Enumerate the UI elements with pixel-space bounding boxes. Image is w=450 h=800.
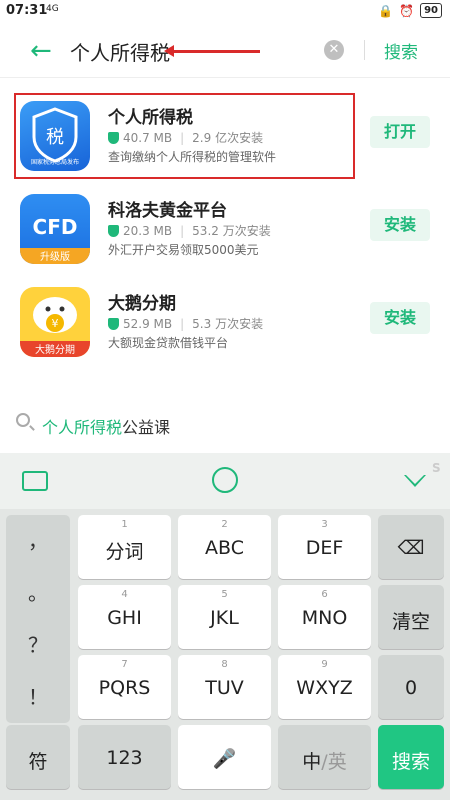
key-5[interactable]: 5 JKL [178, 585, 271, 649]
alarm-icon: ⏰ [399, 3, 415, 18]
punctuation-column[interactable]: ， 。 ？ ！ [6, 515, 70, 723]
keyboard: S ， 。 ？ ！ 1 分词 2 ABC 3 DEF ⌫ 4 GHI 5 JKL 6 MNO… [0, 453, 450, 800]
backspace-key[interactable]: ⌫ [378, 515, 444, 579]
key-8[interactable]: 8 TUV [178, 655, 271, 719]
numbers-key[interactable]: 123 [78, 725, 171, 789]
punct-key[interactable]: ！ [6, 671, 70, 723]
key-9[interactable]: 9 WXYZ [278, 655, 371, 719]
install-button[interactable]: 安装 [370, 302, 430, 334]
status-time: 07:31 [6, 3, 48, 18]
app-installs: 53.2 万次安装 [192, 224, 271, 238]
cfd-icon: CFD 升级版 [20, 194, 90, 264]
divider [364, 40, 365, 60]
key-2[interactable]: 2 ABC [178, 515, 271, 579]
search-suggestion[interactable]: 个人所得税公益课 [0, 405, 450, 443]
result-item[interactable]: CFD 升级版 科洛夫黄金平台 20.3 MB | 53.2 万次安装 外汇开户… [0, 186, 450, 272]
keyboard-toolbar: S [0, 453, 450, 509]
annotation-arrow [164, 45, 260, 57]
app-desc: 外汇开户交易领取5000美元 [108, 243, 259, 257]
open-button[interactable]: 打开 [370, 116, 430, 148]
network-type: 4G [46, 4, 59, 14]
backspace-icon: ⌫ [397, 537, 425, 559]
icon-text: ¥ [52, 317, 59, 330]
icon-caption: 升级版 [40, 250, 70, 263]
goose-icon: ¥ 大鹅分期 [20, 287, 90, 357]
space-key[interactable]: 🎤 [178, 725, 271, 789]
status-bar: 07:31 4G 🔒 ⏰ 90 [0, 0, 450, 24]
punct-key[interactable]: ？ [6, 619, 70, 671]
search-icon [16, 413, 30, 427]
battery-indicator: 90 [420, 3, 442, 18]
punct-key[interactable]: 。 [6, 567, 70, 619]
search-bar: ← 个人所得税 ✕ 搜索 [0, 24, 450, 78]
clear-icon[interactable]: ✕ [324, 40, 344, 60]
key-7[interactable]: 7 PQRS [78, 655, 171, 719]
app-meta: 20.3 MB | 53.2 万次安装 [108, 222, 271, 239]
app-installs: 5.3 万次安装 [192, 317, 264, 331]
search-input[interactable]: 个人所得税 [70, 37, 170, 66]
key-1[interactable]: 1 分词 [78, 515, 171, 579]
search-submit-key[interactable]: 搜索 [378, 725, 444, 789]
app-size: 52.9 MB [123, 316, 173, 331]
verified-icon [108, 317, 119, 330]
lock-rotation-icon: 🔒 [378, 3, 394, 18]
app-size: 20.3 MB [123, 223, 173, 238]
key-3[interactable]: 3 DEF [278, 515, 371, 579]
clear-key[interactable]: 清空 [378, 585, 444, 649]
result-item[interactable]: ¥ 大鹅分期 大鹅分期 52.9 MB | 5.3 万次安装 大额现金贷款借钱平… [0, 279, 450, 365]
icon-caption: 大鹅分期 [35, 343, 75, 356]
search-button[interactable]: 搜索 [384, 38, 418, 63]
zero-key[interactable]: 0 [378, 655, 444, 719]
suggestion-text: 个人所得税公益课 [42, 418, 171, 437]
brand-logo-icon: S [432, 461, 441, 475]
keyboard-icon[interactable] [22, 471, 48, 491]
back-arrow-icon[interactable]: ← [30, 36, 52, 66]
microphone-icon: 🎤 [212, 748, 237, 770]
hide-keyboard-icon[interactable] [404, 475, 426, 487]
key-6[interactable]: 6 MNO [278, 585, 371, 649]
app-desc: 大额现金贷款借钱平台 [108, 336, 229, 350]
emoji-icon[interactable] [212, 467, 238, 493]
app-name: 科洛夫黄金平台 [108, 201, 227, 221]
install-button[interactable]: 安装 [370, 209, 430, 241]
app-meta: 52.9 MB | 5.3 万次安装 [108, 315, 263, 332]
annotation-highlight-box [14, 93, 355, 179]
verified-icon [108, 224, 119, 237]
language-switch-key[interactable]: 中/英 [278, 725, 371, 789]
symbol-key[interactable]: 符 [6, 725, 70, 789]
key-4[interactable]: 4 GHI [78, 585, 171, 649]
icon-text: CFD [33, 215, 78, 239]
status-icons: 🔒 ⏰ 90 [378, 3, 442, 18]
punct-key[interactable]: ， [6, 515, 70, 567]
app-name: 大鹅分期 [108, 294, 176, 314]
